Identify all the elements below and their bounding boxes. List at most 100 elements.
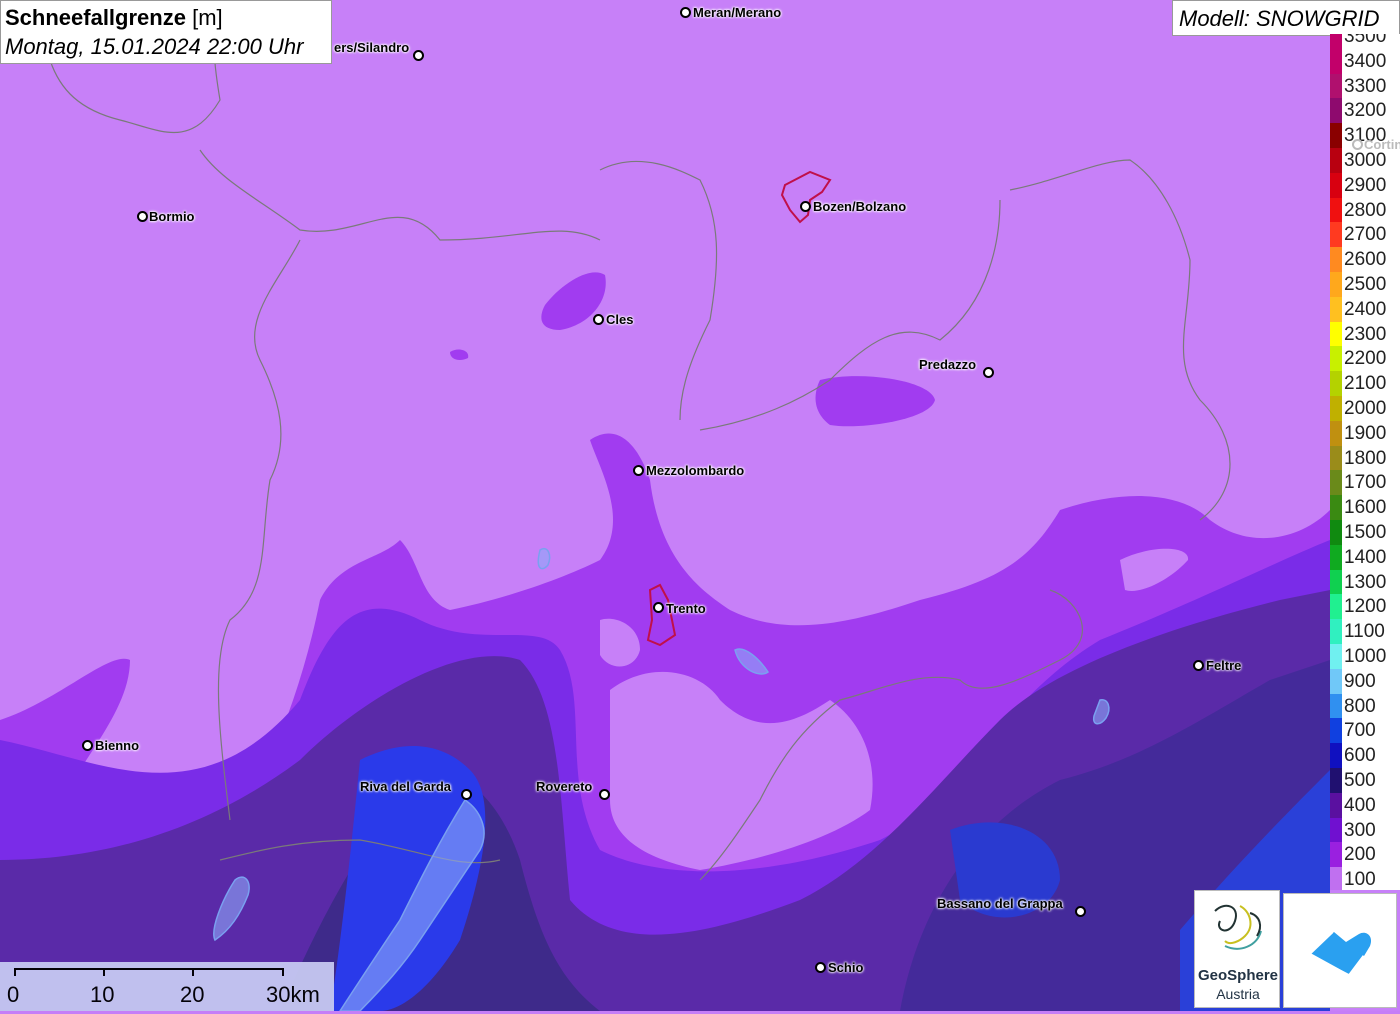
model-label: Modell: SNOWGRID [1179, 6, 1380, 31]
legend-row: 1100 [1330, 619, 1400, 644]
place-schio[interactable]: Schio [828, 960, 863, 975]
legend-swatch [1330, 495, 1342, 520]
legend-value: 2500 [1344, 274, 1387, 295]
legend-row: 1600 [1330, 495, 1400, 520]
city-marker-icon [137, 211, 148, 222]
legend-row: 2500 [1330, 272, 1400, 297]
legend-swatch [1330, 48, 1342, 74]
city-marker-icon [800, 201, 811, 212]
place-rovereto[interactable]: Rovereto [536, 779, 592, 794]
legend-value: 100 [1344, 869, 1376, 890]
weather-service-logo[interactable] [1283, 893, 1397, 1008]
legend-row: 1800 [1330, 445, 1400, 471]
city-marker-icon [983, 367, 994, 378]
legend-row: 2200 [1330, 346, 1400, 372]
legend-swatch [1330, 321, 1342, 347]
legend-value: 200 [1344, 844, 1376, 866]
legend-row: 1300 [1330, 569, 1400, 595]
city-marker-icon [680, 7, 691, 18]
place-mezzolombardo[interactable]: Mezzolombardo [646, 463, 744, 478]
place-bormio[interactable]: Bormio [149, 209, 195, 224]
legend-row: 300 [1330, 817, 1400, 843]
place-predazzo[interactable]: Predazzo [919, 357, 976, 372]
city-marker-icon [599, 789, 610, 800]
legend-swatch [1330, 73, 1342, 99]
legend-value: 2100 [1344, 373, 1387, 395]
place-bienno[interactable]: Bienno [95, 738, 139, 753]
place-cles[interactable]: Cles [606, 312, 633, 327]
legend-value: 3200 [1344, 100, 1387, 122]
legend-value: 900 [1344, 670, 1376, 692]
legend-swatch [1330, 619, 1342, 644]
legend-value: 2200 [1344, 348, 1387, 370]
legend-swatch [1330, 148, 1342, 173]
city-marker-icon [1193, 660, 1204, 671]
legend-row: 2600 [1330, 247, 1400, 272]
place-schlanders[interactable]: ers/Silandro [334, 40, 409, 55]
legend-value: 1800 [1344, 447, 1387, 469]
legend-row: 100 [1330, 867, 1400, 890]
legend-swatch [1330, 594, 1342, 620]
legend-row: 2700 [1330, 222, 1400, 248]
city-marker-icon [815, 962, 826, 973]
legend-value: 1400 [1344, 546, 1387, 568]
legend-value: 3000 [1344, 150, 1387, 171]
map-datetime: Montag, 15.01.2024 22:00 Uhr [5, 34, 304, 59]
city-marker-icon [82, 740, 93, 751]
city-marker-icon [461, 789, 472, 800]
legend-swatch [1330, 197, 1342, 223]
place-riva[interactable]: Riva del Garda [360, 779, 451, 794]
legend-value: 800 [1344, 695, 1376, 717]
legend-value: 2700 [1344, 224, 1387, 246]
cloud-arrow-icon [1306, 930, 1372, 978]
scale-tick [282, 968, 284, 976]
legend-row: 2900 [1330, 172, 1400, 198]
snowfall-map[interactable] [0, 0, 1400, 1011]
legend-swatch [1330, 172, 1342, 198]
legend-swatch [1330, 693, 1342, 719]
legend-swatch [1330, 296, 1342, 322]
legend-swatch [1330, 867, 1342, 890]
city-marker-icon [593, 314, 604, 325]
legend-row: 2000 [1330, 396, 1400, 421]
map-title-box: Schneefallgrenze [m] Montag, 15.01.2024 … [0, 0, 332, 64]
model-label-box: Modell: SNOWGRID [1172, 0, 1400, 36]
scale-bar: 0 10 20 30km [0, 962, 334, 1011]
legend-value: 2000 [1344, 398, 1387, 419]
place-bozen[interactable]: Bozen/Bolzano [813, 199, 906, 214]
legend-swatch [1330, 98, 1342, 124]
place-bassano[interactable]: Bassano del Grappa [937, 896, 1063, 911]
legend-value: 600 [1344, 745, 1376, 767]
legend-value: 1300 [1344, 571, 1387, 593]
place-feltre[interactable]: Feltre [1206, 658, 1241, 673]
legend-value: 1500 [1344, 522, 1387, 543]
legend-value: 1200 [1344, 596, 1387, 618]
legend-value: 400 [1344, 794, 1376, 816]
scale-label-30km: 30km [266, 982, 320, 1007]
legend-swatch [1330, 792, 1342, 818]
scale-label-0: 0 [7, 982, 20, 1007]
geosphere-logo-country: Austria [1216, 986, 1260, 1002]
legend-swatch [1330, 768, 1342, 793]
legend-row: 3500 [1330, 34, 1400, 49]
legend-row: 1200 [1330, 594, 1400, 620]
legend-swatch [1330, 644, 1342, 669]
legend-swatch [1330, 520, 1342, 545]
place-meran[interactable]: Meran/Merano [693, 5, 781, 20]
legend-row: 2400 [1330, 296, 1400, 322]
legend-swatch [1330, 842, 1342, 868]
legend-swatch [1330, 445, 1342, 471]
legend-value: 1000 [1344, 646, 1387, 667]
legend-swatch [1330, 817, 1342, 843]
geosphere-austria-logo[interactable]: GeoSphere Austria [1194, 890, 1280, 1008]
geosphere-logo-name: GeoSphere [1197, 967, 1279, 984]
legend-value: 2800 [1344, 199, 1387, 221]
place-cortina[interactable]: Cortin [1364, 137, 1400, 152]
legend-value: 1100 [1344, 621, 1385, 643]
legend-row: 200 [1330, 842, 1400, 868]
place-trento[interactable]: Trento [666, 601, 706, 616]
legend-swatch [1330, 718, 1342, 744]
legend-swatch [1330, 569, 1342, 595]
scale-tick [14, 968, 16, 976]
scale-label-20: 20 [180, 982, 205, 1007]
